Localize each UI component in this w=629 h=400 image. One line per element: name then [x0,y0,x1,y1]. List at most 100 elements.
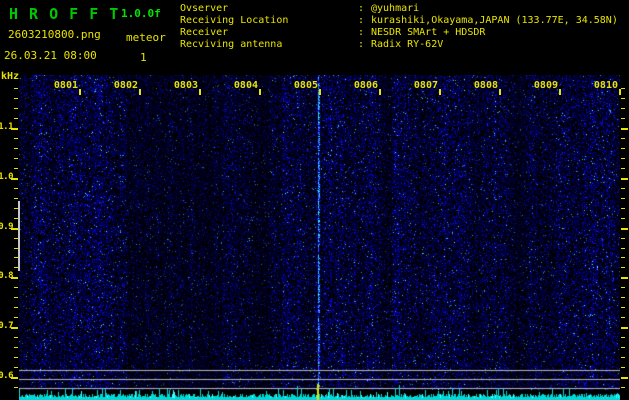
freq-tick-right [621,98,625,99]
time-label: 0806 [353,80,378,91]
frequency-axis-unit: kHz [1,71,20,82]
time-tick [619,89,621,95]
app-version: 1.0.0f [121,7,161,20]
time-label: 0808 [473,80,498,91]
freq-tick-right [621,198,625,199]
freq-tick-right [621,277,628,279]
observation-datetime: 26.03.21 08:00 [4,49,97,62]
time-tick [499,89,501,95]
station-info-row: Ovserver: @yuhmari [180,3,618,15]
station-info-separator: : [358,27,365,38]
freq-tick-left [14,88,18,89]
time-label: 0801 [53,80,78,91]
freq-tick-right [621,218,625,219]
freq-tick-right [621,108,625,109]
station-info-value: Radix RY-62V [371,39,444,50]
freq-tick-right [621,188,625,189]
time-label: 0803 [173,80,198,91]
time-tick [199,89,201,95]
freq-tick-right [621,238,625,239]
hrofft-screen: H R O F F T 1.0.0f 2603210800.png meteor… [0,0,629,400]
station-info-label: Receiving Location [180,15,289,26]
station-info-value: @yuhmari [371,3,420,14]
freq-tick-left [14,218,18,219]
freq-tick-right [621,357,625,358]
time-tick [259,89,261,95]
station-info-value: NESDR SMArt + HDSDR [371,27,486,38]
time-tick [319,89,321,95]
freq-tick-right [621,347,625,348]
freq-tick-left [14,108,18,109]
time-label: 0810 [593,80,618,91]
freq-tick-right [621,248,625,249]
time-tick [439,89,441,95]
freq-label: 1.0 [0,172,14,182]
freq-tick-right [621,387,625,388]
level-marker-line [18,201,20,271]
freq-tick-right [621,327,628,329]
freq-tick-left [14,317,18,318]
time-tick [379,89,381,95]
station-info-label: Receiver [180,27,229,38]
freq-tick-left [14,367,18,368]
spectrogram-canvas [19,75,620,400]
freq-tick-left [14,248,18,249]
freq-tick-right [621,307,625,308]
freq-tick-right [621,337,625,338]
freq-label: 0.8 [0,271,14,281]
station-info-value: kurashiki,Okayama,JAPAN (133.77E, 34.58N… [371,15,618,26]
freq-tick-right [621,118,625,119]
freq-tick-left [14,257,18,258]
freq-tick-right [621,317,625,318]
freq-tick-left [14,208,18,209]
freq-tick-right [621,377,628,379]
freq-tick-left [14,158,18,159]
freq-label: 1.1 [0,122,14,132]
freq-tick-right [621,178,628,180]
mode-label: meteor [126,31,166,44]
freq-tick-left [14,98,18,99]
station-info-label: Ovserver [180,3,229,14]
station-info-separator: : [358,15,365,26]
time-tick [139,89,141,95]
freq-tick-left [14,198,18,199]
freq-tick-right [621,138,625,139]
freq-label: 0.6 [0,371,14,381]
freq-tick-right [621,128,628,130]
freq-tick-right [621,148,625,149]
freq-tick-left [14,357,18,358]
freq-tick-right [621,158,625,159]
time-tick [559,89,561,95]
freq-label: 0.9 [0,222,14,232]
output-filename: 2603210800.png [8,28,101,41]
time-tick [79,89,81,95]
time-label: 0805 [293,80,318,91]
freq-tick-right [621,168,625,169]
freq-tick-left [14,188,18,189]
freq-tick-right [621,228,628,230]
freq-tick-right [621,208,625,209]
freq-tick-right [621,297,625,298]
station-info-row: Recviving antenna: Radix RY-62V [180,39,618,51]
time-label: 0802 [113,80,138,91]
freq-tick-left [14,297,18,298]
freq-tick-left [14,347,18,348]
meteor-count: 1 [140,51,147,64]
station-info-row: Receiving Location: kurashiki,Okayama,JAP… [180,15,618,27]
freq-tick-right [621,267,625,268]
station-info-label: Recviving antenna [180,39,283,50]
app-title: H R O F F T [9,5,120,23]
freq-tick-left [14,138,18,139]
time-label: 0804 [233,80,258,91]
freq-tick-right [621,367,625,368]
freq-tick-right [621,287,625,288]
station-info-block: Ovserver: @yuhmari Receiving Location: kura… [180,3,618,51]
freq-tick-left [14,387,18,388]
freq-label: 0.7 [0,321,14,331]
freq-tick-left [14,307,18,308]
freq-tick-left [14,168,18,169]
freq-tick-right [621,257,625,258]
station-info-row: Receiver: NESDR SMArt + HDSDR [180,27,618,39]
freq-tick-left [14,118,18,119]
freq-tick-left [14,287,18,288]
